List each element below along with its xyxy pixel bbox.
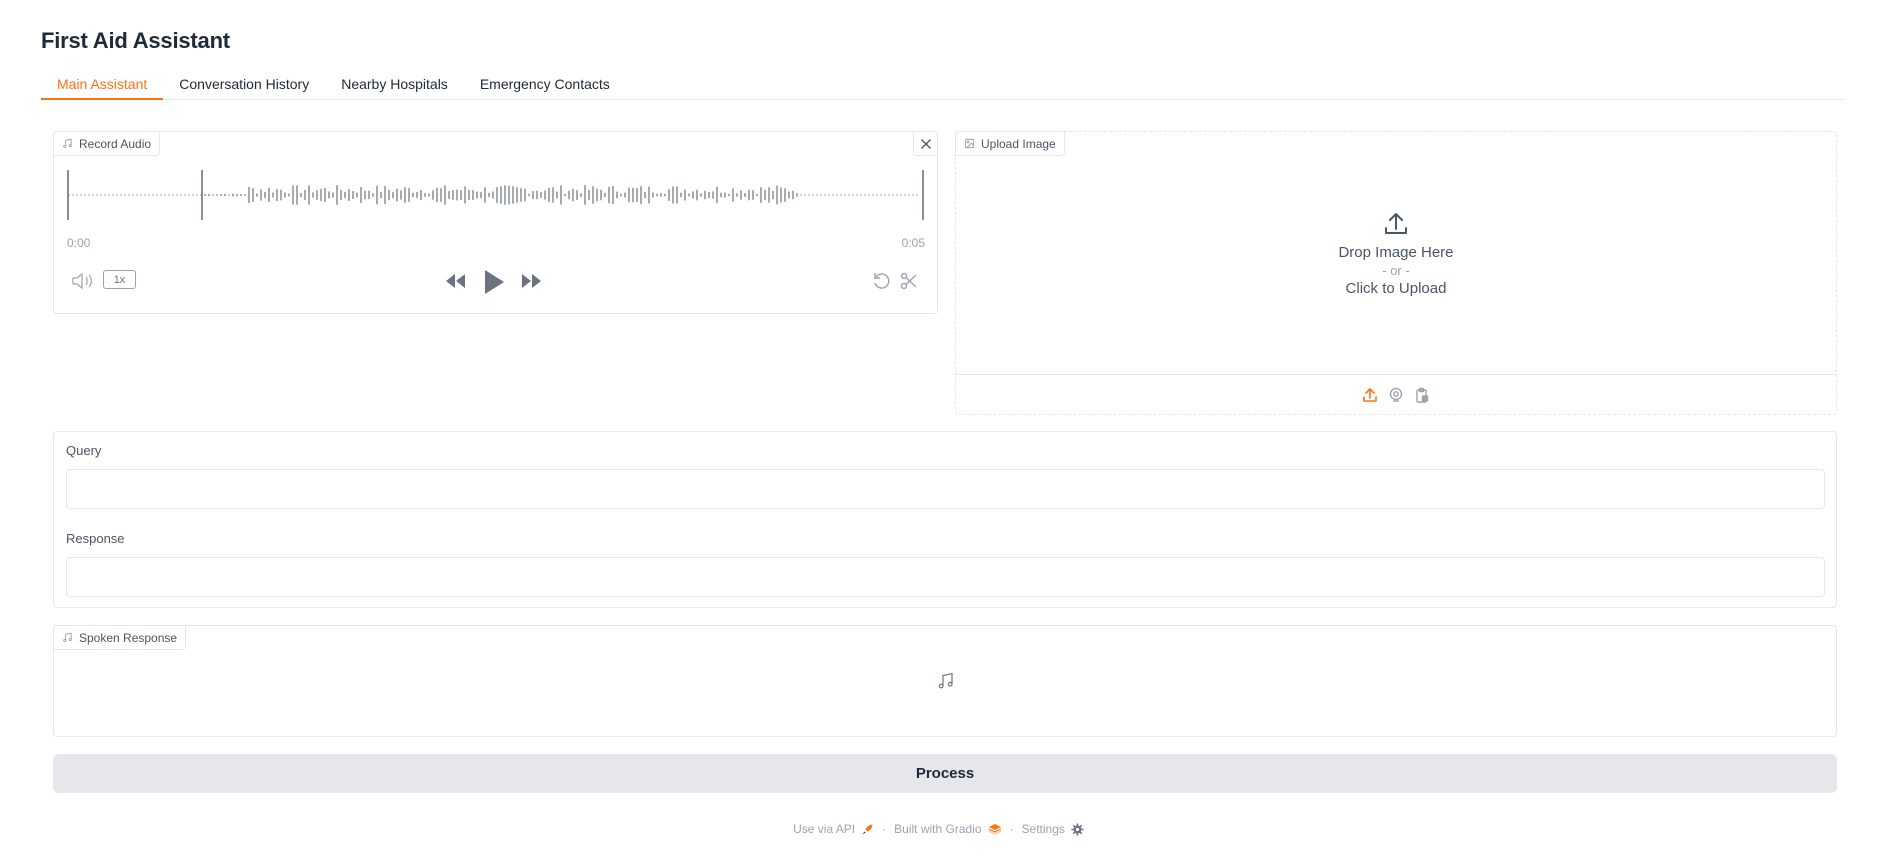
clipboard-source-button[interactable] [1414,387,1430,403]
tab-nearby-hospitals[interactable]: Nearby Hospitals [325,70,464,100]
music-note-icon [63,632,72,642]
spoken-response-label: Spoken Response [53,625,187,650]
separator: · [1009,822,1014,836]
upload-icon [1385,212,1407,234]
reset-audio-button[interactable] [872,271,892,291]
response-label: Response [66,531,125,546]
trim-audio-button[interactable] [899,271,919,291]
record-audio-label: Record Audio [53,131,161,156]
query-input[interactable] [66,469,1825,509]
tab-bar: Main Assistant Conversation History Near… [41,70,1845,100]
record-audio-label-text: Record Audio [79,136,152,151]
audio-waveform[interactable] [67,168,925,222]
music-note-icon [938,672,953,689]
clipboard-icon [1416,387,1429,403]
app-title: First Aid Assistant [41,28,230,53]
webcam-source-button[interactable] [1388,387,1404,403]
footer: Use via API · Built with Gradio · Settin… [0,822,1877,836]
click-to-upload-text: Click to Upload [1345,279,1447,297]
query-label: Query [66,443,102,458]
current-time: 0:00 [67,236,91,250]
playback-speed-button[interactable]: 1x [103,270,136,289]
rewind-icon [446,274,465,288]
skip-backward-button[interactable] [443,272,467,290]
tab-conversation-history[interactable]: Conversation History [163,70,325,100]
response-output[interactable] [66,557,1825,597]
built-with-gradio-link[interactable]: Built with Gradio [894,822,1001,836]
spoken-response-label-text: Spoken Response [79,630,178,645]
fast-forward-icon [522,274,541,288]
query-response-panel: Query Response [53,431,1837,608]
upload-image-panel: Upload Image Drop Image Here - or - Clic… [955,131,1837,415]
use-via-api-link[interactable]: Use via API [793,822,874,836]
tab-emergency-contacts[interactable]: Emergency Contacts [464,70,626,100]
image-drop-zone[interactable]: Drop Image Here - or - Click to Upload [956,132,1836,374]
rocket-icon [862,824,873,834]
play-button[interactable] [482,268,506,296]
volume-icon [72,272,92,290]
webcam-icon [1389,387,1403,402]
scissors-icon [900,272,917,290]
music-note-icon [63,138,72,148]
drop-image-text: Drop Image Here [1338,243,1454,261]
gear-icon [1071,823,1084,835]
upload-icon [1363,387,1377,402]
gradio-logo-icon [988,824,1001,835]
built-with-gradio-text: Built with Gradio [894,822,982,836]
close-icon [920,138,931,149]
image-source-toolbar [956,374,1836,414]
process-button[interactable]: Process [53,754,1837,793]
clear-audio-button[interactable] [913,131,938,156]
skip-forward-button[interactable] [520,272,544,290]
total-duration: 0:05 [901,236,925,250]
spoken-response-panel: Spoken Response [53,625,1837,737]
settings-text: Settings [1021,822,1065,836]
use-via-api-text: Use via API [793,822,856,836]
or-text: - or - [1382,262,1410,278]
play-icon [485,270,504,294]
volume-button[interactable] [71,272,95,290]
tab-main-assistant[interactable]: Main Assistant [41,70,164,100]
record-audio-panel: Record Audio 0:00 0:05 1x [53,131,938,314]
upload-source-button[interactable] [1362,387,1378,403]
settings-link[interactable]: Settings [1022,822,1084,836]
undo-icon [874,273,890,289]
separator: · [882,822,887,836]
